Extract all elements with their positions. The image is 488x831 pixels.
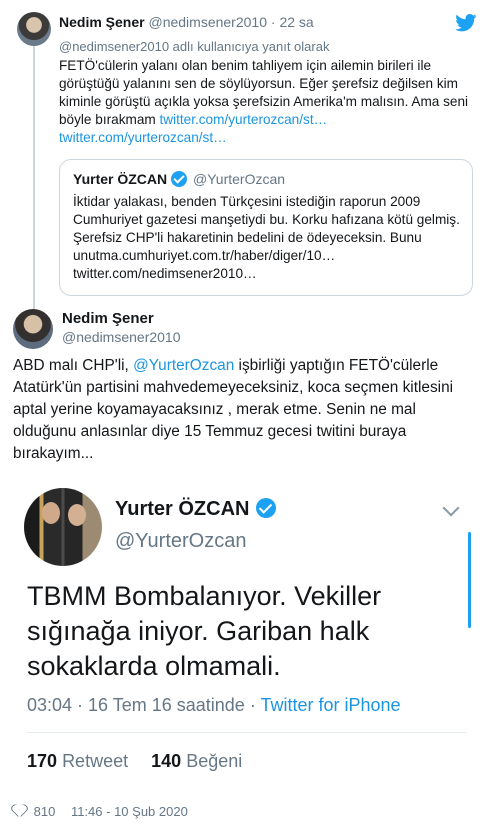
quote-author-name: Yurter ÖZCAN	[73, 171, 168, 187]
twitter-bird-icon[interactable]	[455, 14, 477, 32]
avatar[interactable]	[17, 12, 51, 46]
like-count[interactable]: 810	[34, 804, 56, 819]
like-count: 140	[151, 751, 182, 771]
tweet-link[interactable]: twitter.com/yurterozcan/st…	[159, 112, 327, 127]
quote-header: Yurter ÖZCAN @YurterOzcan	[73, 171, 285, 187]
replying-to[interactable]: @nedimsener2010 adlı kullanıcıya yanıt o…	[59, 39, 329, 54]
author-name[interactable]: Nedim Şener	[59, 14, 145, 30]
screenshot-author-name: Yurter ÖZCAN	[115, 498, 278, 521]
reply-text: FETÖ'cülerin yalanı olan benim tahliyem …	[59, 57, 469, 147]
thread-connector	[33, 44, 35, 312]
heart-icon[interactable]	[13, 805, 26, 817]
verified-badge-icon	[256, 498, 277, 518]
tweet-text-part: ABD malı CHP'li,	[13, 357, 134, 374]
screenshot-meta: 03:04 · 16 Tem 16 saatinde · Twitter for…	[27, 695, 401, 716]
divider	[27, 732, 467, 733]
screenshot-author-handle: @YurterOzcan	[115, 530, 247, 552]
avatar	[24, 488, 102, 566]
screenshot-time: 03:04 · 16 Tem 16 saatinde ·	[27, 695, 261, 715]
mention-link[interactable]: @YurterOzcan	[133, 357, 234, 374]
separator-dot: ·	[270, 14, 276, 30]
reply-header: Nedim Şener @nedimsener2010 · 22 sa	[59, 14, 314, 30]
like-label: Beğeni	[186, 751, 243, 771]
quoted-tweet[interactable]: Yurter ÖZCAN @YurterOzcan İktidar yalaka…	[59, 159, 473, 296]
author-handle[interactable]: @nedimsener2010	[148, 14, 267, 30]
retweet-count: 170	[27, 751, 58, 771]
author-name[interactable]: Nedim Şener	[62, 310, 154, 327]
tweet-time[interactable]: 22 sa	[279, 14, 313, 30]
tweet-timestamp[interactable]: 11:46 - 10 Şub 2020	[71, 804, 188, 819]
author-handle[interactable]: @nedimsener2010	[62, 329, 181, 345]
tweet-footer: 810 11:46 - 10 Şub 2020	[13, 804, 188, 819]
verified-badge-icon	[171, 171, 188, 187]
screenshot-stats: 170 Retweet 140 Beğeni	[27, 751, 242, 772]
quote-text: İktidar yalakası, benden Türkçesini iste…	[73, 194, 460, 281]
embedded-screenshot[interactable]: Yurter ÖZCAN @YurterOzcan TBMM Bombalanı…	[13, 480, 475, 792]
screenshot-name-text: Yurter ÖZCAN	[115, 498, 250, 520]
tweet-link[interactable]: twitter.com/yurterozcan/st…	[59, 130, 227, 145]
screenshot-tweet-text: TBMM Bombalanıyor. Vekiller sığınağa ini…	[27, 581, 382, 681]
tweet-text: ABD malı CHP'li, @YurterOzcan işbirliği …	[13, 355, 483, 465]
quote-author-handle: @YurterOzcan	[193, 171, 286, 187]
scroll-indicator	[468, 532, 471, 628]
chevron-down-icon	[442, 499, 460, 517]
screenshot-source: Twitter for iPhone	[260, 695, 401, 715]
retweet-label: Retweet	[62, 751, 129, 771]
avatar[interactable]	[13, 309, 53, 349]
